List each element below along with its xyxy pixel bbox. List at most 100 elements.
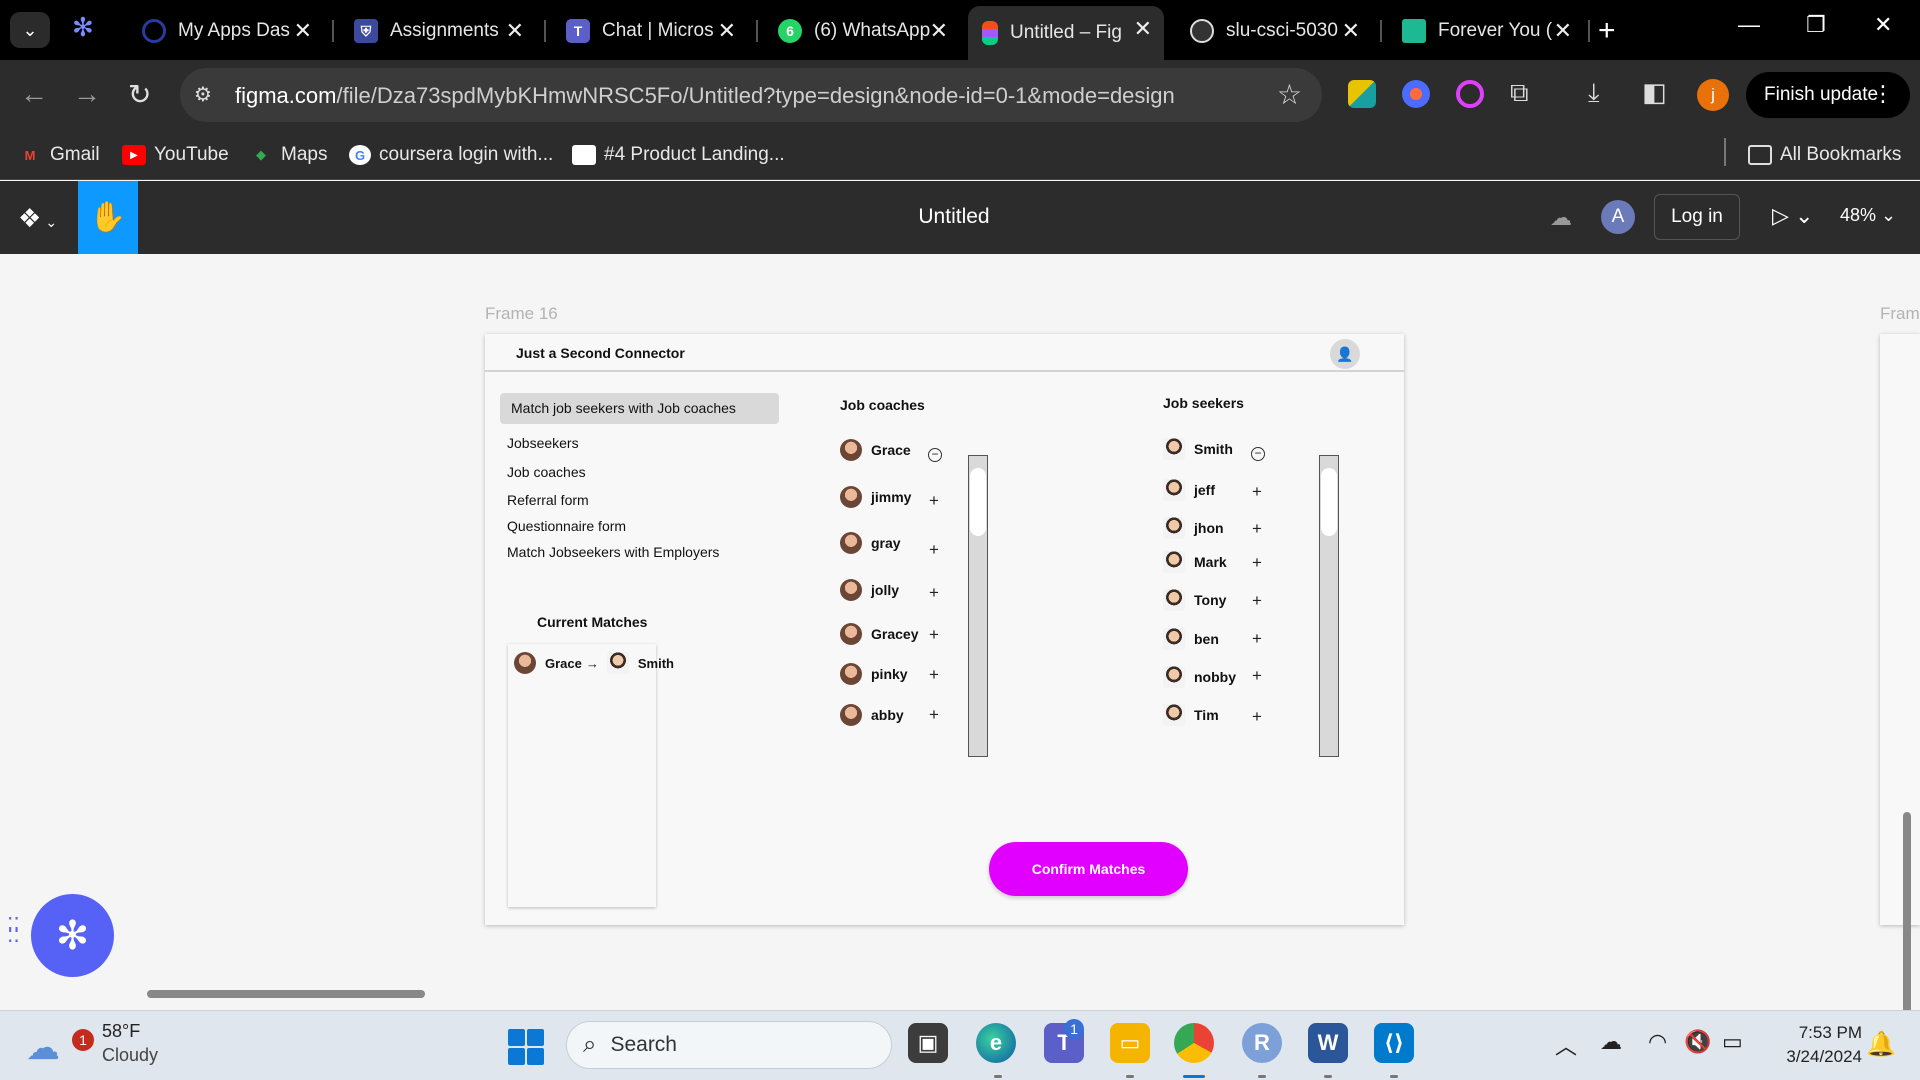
edge-icon[interactable]: e [976,1023,1016,1063]
minimize-icon[interactable]: — [1738,12,1760,38]
nav-item-questionnaire-form[interactable]: Questionnaire form [507,518,626,534]
seeker-item: Tony [1163,589,1226,611]
notification-bell-icon[interactable]: 🔔 [1866,1030,1896,1059]
zoom-level-dropdown[interactable]: 48% ⌄ [1840,205,1896,226]
finish-update-button[interactable]: Finish update ⋮ [1746,72,1910,118]
tab-github[interactable]: slu-csci-5030 ✕ [1176,8,1372,54]
extension-color-icon[interactable] [1348,80,1376,108]
back-arrow-icon[interactable]: ← [20,78,48,110]
bookmark-product-landing[interactable]: #4 Product Landing... [572,140,785,170]
add-coach-icon[interactable]: + [929,541,939,558]
coaches-scrollbar[interactable] [968,455,988,757]
tab-whatsapp[interactable]: 6 (6) WhatsApp ✕ [764,8,960,54]
battery-icon[interactable]: ▭ [1722,1029,1743,1055]
close-tab-icon[interactable]: ✕ [506,18,524,44]
login-button[interactable]: Log in [1654,194,1740,240]
extension-firefox-icon[interactable] [1402,80,1430,108]
nav-item-match-employers[interactable]: Match Jobseekers with Employers [507,544,719,560]
speaker-muted-icon[interactable]: 🔇 [1684,1029,1711,1055]
scrollbar-thumb[interactable] [1321,468,1337,536]
add-seeker-icon[interactable]: + [1252,554,1262,571]
bookmark-star-icon[interactable]: ☆ [1277,78,1302,111]
address-bar[interactable]: ⚙ figma.com/file/Dza73spdMybKHmwNRSC5Fo/… [180,68,1322,122]
bookmark-gmail[interactable]: M Gmail [18,140,100,170]
remove-coach-icon[interactable]: − [928,448,942,462]
add-coach-icon[interactable]: + [929,492,939,509]
close-tab-icon[interactable]: ✕ [1134,16,1152,42]
tab-my-apps[interactable]: My Apps Das ✕ [128,8,324,54]
weather-widget[interactable]: ☁ 1 58°F Cloudy [26,1019,158,1067]
confirm-matches-button[interactable]: Confirm Matches [989,842,1188,896]
site-settings-icon[interactable]: ⚙ [194,82,220,108]
clock[interactable]: 7:53 PM 3/24/2024 [1770,1021,1862,1069]
side-panel-icon[interactable]: ◧ [1642,77,1667,108]
tab-assignments[interactable]: ⛨ Assignments ✕ [340,8,536,54]
present-play-icon[interactable]: ▷ ⌄ [1772,203,1813,229]
frame-16[interactable]: Just a Second Connector 👤 Match job seek… [485,334,1404,925]
onedrive-icon[interactable]: ☁ [1600,1029,1622,1055]
user-profile-icon[interactable]: 👤 [1330,339,1360,369]
collaborator-avatar[interactable]: A [1601,200,1635,234]
add-seeker-icon[interactable]: + [1252,520,1262,537]
close-tab-icon[interactable]: ✕ [930,18,948,44]
match-item[interactable]: Grace → Smith [514,652,674,674]
bookmark-youtube[interactable]: ▶ YouTube [122,140,229,170]
remove-seeker-icon[interactable]: − [1251,447,1265,461]
add-coach-icon[interactable]: + [929,626,939,643]
nav-item-referral-form[interactable]: Referral form [507,492,589,508]
drag-handle-icon[interactable]: ⁚⁚ ⁚⁚ [7,916,25,946]
chrome-icon[interactable] [1174,1023,1214,1063]
add-seeker-icon[interactable]: + [1252,667,1262,684]
app-tab-icon[interactable]: ✻ [72,12,94,43]
tab-search-button[interactable]: ⌄ [10,12,50,48]
frame-label[interactable]: Frame 16 [485,304,558,324]
next-frame-label[interactable]: Fram [1880,304,1920,324]
word-icon[interactable]: W [1308,1023,1348,1063]
wifi-icon[interactable]: ◠ [1648,1029,1667,1055]
restore-icon[interactable]: ❐ [1806,12,1826,38]
bookmark-maps[interactable]: ◆ Maps [249,140,327,170]
forward-arrow-icon[interactable]: → [73,78,101,110]
chevron-up-icon[interactable]: ︿ [1555,1029,1577,1061]
close-window-icon[interactable]: ✕ [1874,12,1892,38]
download-icon[interactable]: ⤓ [1588,77,1600,109]
r-studio-icon[interactable]: R [1242,1023,1282,1063]
reload-icon[interactable]: ↻ [128,78,151,111]
tab-teams-chat[interactable]: T Chat | Micros ✕ [552,8,748,54]
figma-canvas[interactable]: Frame 16 Fram Just a Second Connector 👤 … [0,254,1920,1046]
extensions-puzzle-icon[interactable]: ⧉ [1510,77,1529,109]
profile-avatar[interactable]: j [1697,79,1729,111]
close-tab-icon[interactable]: ✕ [1342,18,1360,44]
next-frame[interactable] [1880,334,1920,925]
file-explorer-icon[interactable]: ▭ [1110,1023,1150,1063]
tab-figma-active[interactable]: Untitled – Fig ✕ [968,6,1164,60]
add-coach-icon[interactable]: + [929,666,939,683]
vscode-icon[interactable]: ⟨⟩ [1374,1023,1414,1063]
add-coach-icon[interactable]: + [929,706,939,723]
plugin-launcher-button[interactable]: ✻ [31,894,114,977]
new-tab-plus-icon[interactable]: + [1598,14,1616,48]
add-seeker-icon[interactable]: + [1252,592,1262,609]
taskbar-search[interactable]: ⌕ Search [566,1021,892,1069]
scrollbar-thumb[interactable] [970,468,986,536]
task-view-icon[interactable]: ▣ [908,1023,948,1063]
canvas-horizontal-scrollbar[interactable] [147,990,425,998]
tab-forever-you[interactable]: Forever You ( ✕ [1388,8,1584,54]
nav-item-jobseekers[interactable]: Jobseekers [507,435,579,451]
extension-ring-icon[interactable] [1456,80,1484,108]
bookmark-coursera[interactable]: G coursera login with... [349,140,553,170]
add-seeker-icon[interactable]: + [1252,630,1262,647]
close-tab-icon[interactable]: ✕ [294,18,312,44]
nav-item-job-coaches[interactable]: Job coaches [507,464,586,480]
all-bookmarks-button[interactable]: All Bookmarks [1748,140,1901,170]
close-tab-icon[interactable]: ✕ [718,18,736,44]
add-seeker-icon[interactable]: + [1252,483,1262,500]
seekers-scrollbar[interactable] [1319,455,1339,757]
nav-item-match-coaches[interactable]: Match job seekers with Job coaches [500,393,779,424]
add-coach-icon[interactable]: + [929,584,939,601]
more-menu-icon[interactable]: ⋮ [1872,81,1894,107]
url-text[interactable]: figma.com/file/Dza73spdMybKHmwNRSC5Fo/Un… [235,83,1175,109]
close-tab-icon[interactable]: ✕ [1554,18,1572,44]
add-seeker-icon[interactable]: + [1252,708,1262,725]
windows-start-icon[interactable] [508,1029,544,1065]
